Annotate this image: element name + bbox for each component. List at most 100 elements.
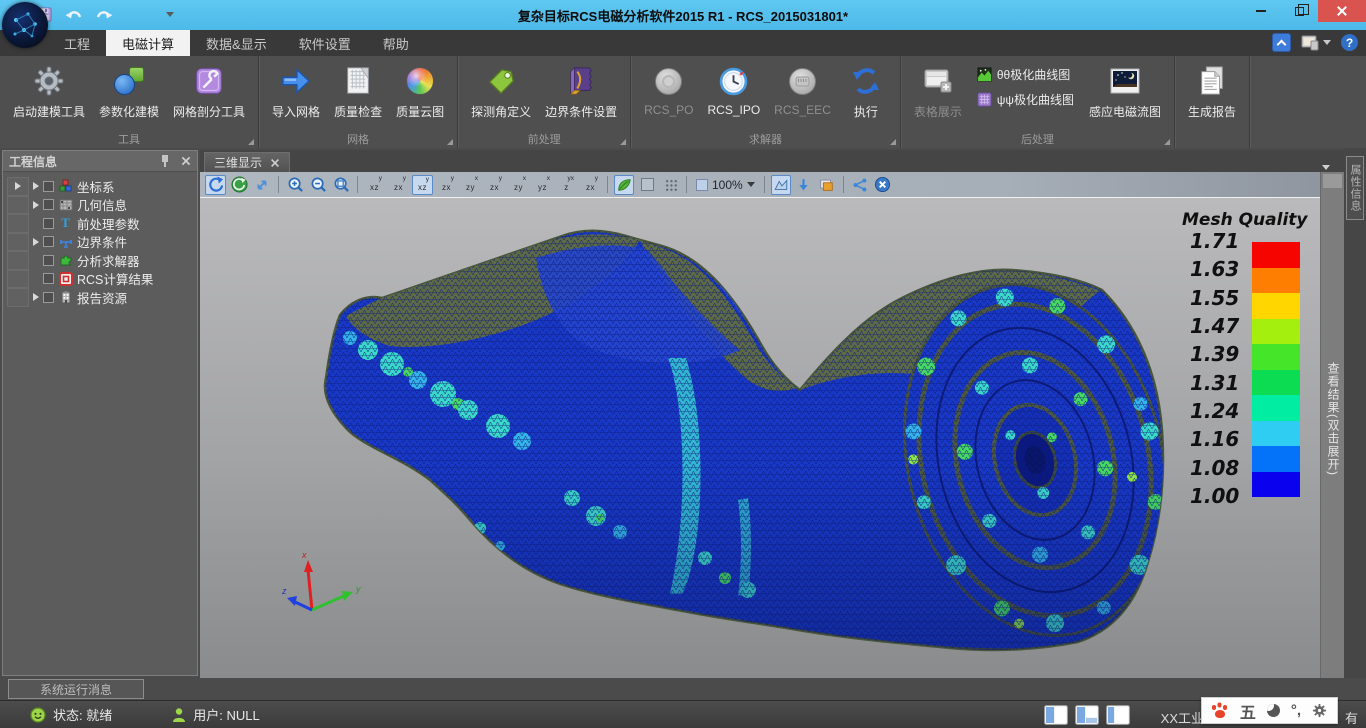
expander-icon[interactable]	[33, 238, 39, 246]
orbit-view-button[interactable]	[229, 175, 249, 195]
ime-mode-button[interactable]: 五	[1240, 699, 1256, 723]
boundary-setting-button[interactable]: 边界条件设置	[538, 60, 624, 120]
view-xz-button[interactable]: yxz	[364, 175, 385, 195]
rcs-eec-button[interactable]: RCS_EEC	[767, 60, 838, 117]
fit-view-button[interactable]	[771, 175, 791, 195]
network-sphere-icon	[2, 2, 48, 48]
view-zy-button[interactable]: xzy	[460, 175, 481, 195]
save-view-button[interactable]	[794, 175, 814, 195]
results-collapsed-strip[interactable]: 查看结果(双击展开)	[1320, 172, 1344, 678]
group-expand-icon[interactable]	[890, 139, 896, 145]
viewport-canvas-3d[interactable]: x y z Mesh Quality 1.71 1.63 1.55 1.47 1…	[200, 198, 1320, 678]
restore-button[interactable]	[1280, 0, 1318, 22]
table-show-button[interactable]: 表格展示	[907, 60, 969, 120]
tab-em-compute[interactable]: 电磁计算	[106, 30, 190, 56]
layout-split-button[interactable]	[1075, 705, 1099, 725]
group-expand-icon[interactable]	[447, 139, 453, 145]
layout-left-button[interactable]	[1044, 705, 1068, 725]
checkbox[interactable]	[43, 255, 54, 266]
wireframe-view-button[interactable]	[637, 175, 657, 195]
start-modeling-button[interactable]: 启动建模工具	[6, 60, 92, 120]
checkbox[interactable]	[43, 236, 54, 247]
close-button[interactable]	[1318, 0, 1366, 22]
group-label: 工具	[0, 131, 258, 147]
shaded-view-button[interactable]	[614, 175, 634, 195]
app-logo[interactable]	[2, 2, 48, 48]
view-zx-button[interactable]: yzx	[388, 175, 409, 195]
strip-handle[interactable]	[1323, 174, 1342, 188]
rcs-ipo-button[interactable]: RCS_IPO	[700, 60, 767, 117]
ime-settings-gear-icon[interactable]	[1312, 703, 1327, 718]
scene-manager-button[interactable]	[817, 175, 837, 195]
tree-item-report-resources[interactable]: 报告资源	[7, 288, 193, 307]
zoom-in-button[interactable]	[285, 175, 305, 195]
tab-software-settings[interactable]: 软件设置	[283, 30, 367, 56]
stop-button[interactable]	[873, 175, 893, 195]
em-flow-button[interactable]: 感应电磁流图	[1082, 60, 1168, 120]
checkbox[interactable]	[43, 273, 54, 284]
expander-icon[interactable]	[33, 293, 39, 301]
tree-item-geometry[interactable]: 几何信息	[7, 196, 193, 215]
checkbox[interactable]	[43, 181, 54, 192]
psi-curve-button[interactable]: ψψ极化曲线图	[977, 91, 1074, 108]
view-iso-button[interactable]: yxz	[556, 175, 577, 195]
tab-data-display[interactable]: 数据&显示	[190, 30, 283, 56]
pan-zoom-button[interactable]	[252, 175, 272, 195]
tab-engineering[interactable]: 工程	[48, 30, 106, 56]
layout-bottom-button[interactable]	[1106, 705, 1130, 725]
group-label: 网格	[259, 131, 457, 147]
expander-icon[interactable]	[33, 201, 39, 209]
probe-angle-button[interactable]: 探测角定义	[464, 60, 538, 120]
points-view-button[interactable]	[660, 175, 680, 195]
system-message-tab[interactable]: 系统运行消息	[8, 679, 144, 699]
checkbox[interactable]	[43, 218, 54, 229]
group-expand-icon[interactable]	[620, 139, 626, 145]
checkbox[interactable]	[43, 199, 54, 210]
pin-icon[interactable]	[161, 155, 169, 167]
view-zx3-button[interactable]: yzx	[484, 175, 505, 195]
zoom-level-control[interactable]: 100%	[693, 178, 758, 192]
undo-button[interactable]	[64, 4, 84, 24]
tab-close-icon[interactable]	[271, 159, 279, 167]
expander-icon[interactable]	[33, 182, 39, 190]
view-zx2-button[interactable]: yzx	[436, 175, 457, 195]
rotate-view-button[interactable]	[205, 175, 226, 195]
quality-check-button[interactable]: 质量检查	[327, 60, 389, 120]
tab-3d-display[interactable]: 三维显示	[204, 152, 290, 172]
mesh-tool-button[interactable]: 网格剖分工具	[166, 60, 252, 120]
view-zx4-button[interactable]: yzx	[580, 175, 601, 195]
quick-access-dropdown[interactable]	[160, 4, 180, 24]
ime-halfwidth-moon-icon[interactable]	[1267, 704, 1280, 717]
view-yz-button[interactable]: xyz	[532, 175, 553, 195]
tree-item-solver[interactable]: 分析求解器	[7, 251, 193, 270]
tree-item-boundary[interactable]: 边界条件	[7, 233, 193, 252]
tree-item-coords[interactable]: 坐标系	[7, 177, 193, 196]
tree-item-preprocess-params[interactable]: T 前处理参数	[7, 214, 193, 233]
ime-logo-paw-icon[interactable]	[1212, 703, 1229, 718]
group-expand-icon[interactable]	[248, 139, 254, 145]
collapse-ribbon-button[interactable]	[1272, 33, 1291, 52]
zoom-fit-button[interactable]	[331, 175, 351, 195]
minimize-button[interactable]	[1242, 0, 1280, 22]
import-mesh-button[interactable]: 导入网格	[265, 60, 327, 120]
parametric-modeling-button[interactable]: 参数化建模	[92, 60, 166, 120]
share-button[interactable]	[850, 175, 870, 195]
redo-button[interactable]	[94, 4, 114, 24]
panel-close-icon[interactable]	[182, 157, 191, 166]
display-style-button[interactable]	[1301, 35, 1331, 51]
view-zy2-button[interactable]: xzy	[508, 175, 529, 195]
zoom-out-button[interactable]	[308, 175, 328, 195]
view-xz2-button[interactable]: yxz	[412, 175, 433, 195]
execute-button[interactable]: 执行	[838, 60, 894, 120]
theta-curve-button[interactable]: θθ极化曲线图	[977, 66, 1074, 83]
rcs-po-button[interactable]: RCS_PO	[637, 60, 700, 117]
generate-report-button[interactable]: 生成报告	[1181, 60, 1243, 120]
tree-item-rcs-results[interactable]: RCS计算结果	[7, 270, 193, 289]
help-button[interactable]	[1341, 34, 1358, 51]
quality-cloud-button[interactable]: 质量云图	[389, 60, 451, 120]
checkbox[interactable]	[43, 292, 54, 303]
ime-punctuation-button[interactable]: °,	[1291, 702, 1301, 719]
group-expand-icon[interactable]	[1164, 139, 1170, 145]
tab-help[interactable]: 帮助	[367, 30, 425, 56]
properties-tab[interactable]: 属性信息	[1346, 156, 1364, 220]
